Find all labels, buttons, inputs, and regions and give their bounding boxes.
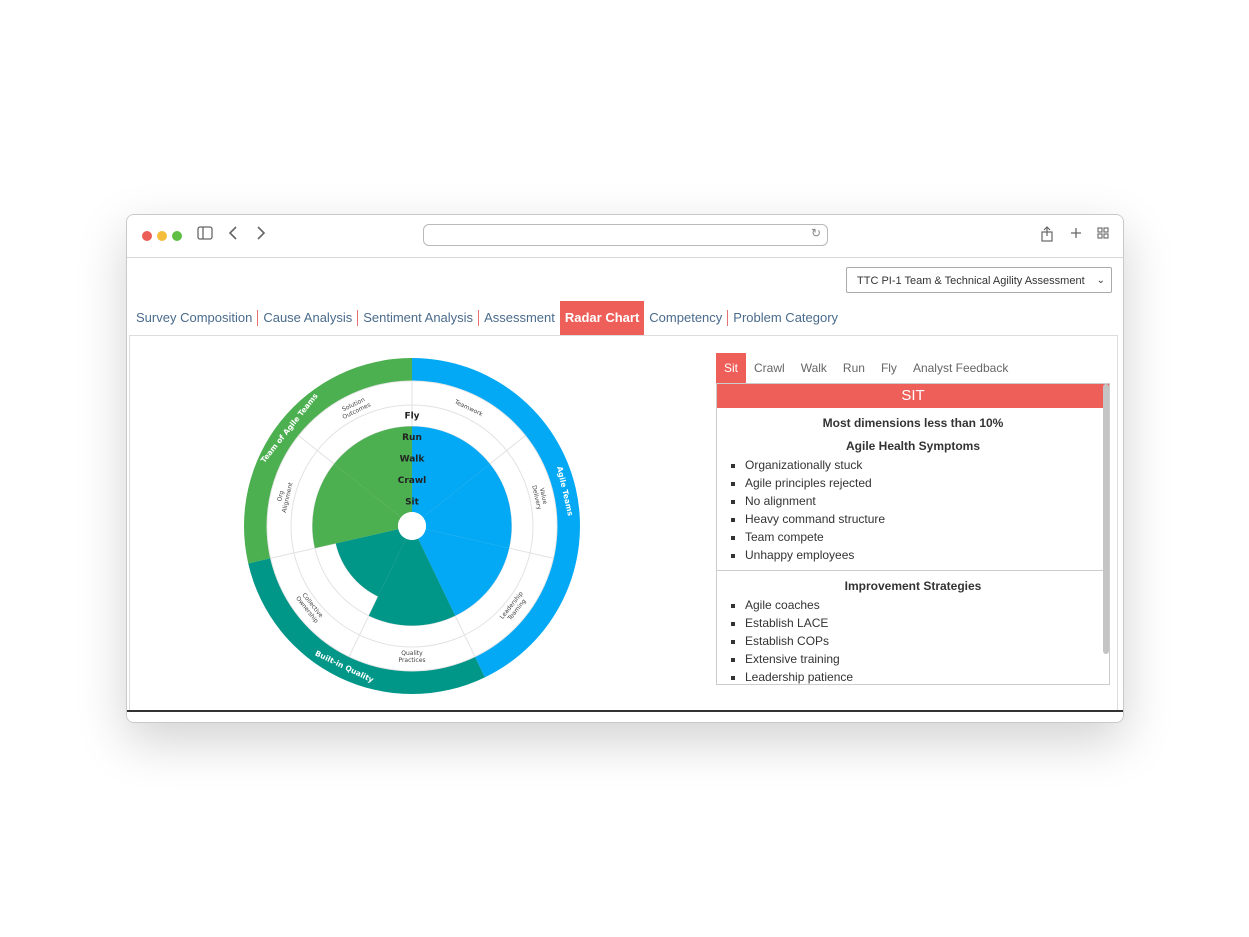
address-bar[interactable]: ↻ — [423, 224, 828, 246]
browser-window: ↻ TTC PI-1 Team & Technical Agility Asse… — [126, 214, 1124, 723]
sidebar-toggle-icon[interactable] — [197, 226, 213, 245]
page-content: TTC PI-1 Team & Technical Agility Assess… — [127, 258, 1123, 722]
ring-label: Sit — [405, 497, 420, 507]
subtab-sit[interactable]: Sit — [716, 353, 747, 383]
tab-sentiment-analysis[interactable]: Sentiment Analysis — [358, 310, 480, 326]
ring-label: Run — [402, 433, 422, 443]
level-sub-tabs: Sit Crawl Walk Run Fly Analyst Feedback — [716, 353, 1016, 383]
list-item: Team compete — [745, 528, 1109, 546]
assessment-select[interactable]: TTC PI-1 Team & Technical Agility Assess… — [846, 267, 1112, 293]
new-tab-icon[interactable] — [1069, 226, 1083, 245]
reload-icon[interactable]: ↻ — [811, 226, 821, 240]
share-icon[interactable] — [1040, 226, 1054, 247]
divider — [717, 570, 1109, 571]
chevron-down-icon: ⌄ — [1096, 275, 1105, 286]
detail-scrollbar[interactable] — [1103, 384, 1109, 654]
list-item: Heavy command structure — [745, 510, 1109, 528]
list-item: Leadership patience — [745, 668, 1109, 684]
tab-radar-chart[interactable]: Radar Chart — [559, 301, 645, 335]
symptoms-title: Agile Health Symptoms — [845, 439, 981, 453]
list-item: No alignment — [745, 492, 1109, 510]
tab-survey-composition[interactable]: Survey Composition — [131, 310, 259, 326]
browser-toolbar: ↻ — [127, 215, 1123, 258]
list-item: Unhappy employees — [745, 546, 1109, 564]
subtab-analyst-feedback[interactable]: Analyst Feedback — [905, 353, 1016, 383]
close-window-button[interactable] — [142, 231, 152, 241]
radar-chart: Agile TeamsBuilt-in QualityTeam of Agile… — [243, 358, 580, 694]
level-detail-panel: SIT Most dimensions less than 10% Agile … — [716, 383, 1110, 685]
ring-label: Fly — [404, 412, 419, 422]
subtab-walk[interactable]: Walk — [793, 353, 835, 383]
list-item: Organizationally stuck — [745, 456, 1109, 474]
list-item: Establish LACE — [745, 614, 1109, 632]
strategies-list: Agile coaches Establish LACE Establish C… — [717, 596, 1109, 684]
subtab-run[interactable]: Run — [835, 353, 873, 383]
center-hole — [398, 512, 426, 540]
tab-competency[interactable]: Competency — [644, 310, 729, 326]
subtab-crawl[interactable]: Crawl — [746, 353, 793, 383]
tab-cause-analysis[interactable]: Cause Analysis — [258, 310, 359, 326]
list-item: Agile principles rejected — [745, 474, 1109, 492]
ring-label: Crawl — [398, 476, 427, 486]
back-icon[interactable] — [228, 226, 238, 245]
tab-overview-icon[interactable] — [1096, 226, 1110, 245]
list-item: Extensive training — [745, 650, 1109, 668]
list-item: Establish COPs — [745, 632, 1109, 650]
minimize-window-button[interactable] — [157, 231, 167, 241]
ring-label: Walk — [400, 455, 426, 465]
level-detail-header: SIT — [717, 384, 1109, 408]
main-nav-tabs: Survey Composition Cause Analysis Sentim… — [131, 301, 843, 335]
page-bottom-border — [127, 710, 1123, 712]
subtab-fly[interactable]: Fly — [873, 353, 905, 383]
zoom-window-button[interactable] — [172, 231, 182, 241]
strategies-title: Improvement Strategies — [844, 579, 982, 593]
tab-assessment[interactable]: Assessment — [479, 310, 560, 326]
dimension-label: Quality Practices — [398, 650, 425, 664]
level-summary: Most dimensions less than 10% — [822, 416, 1004, 430]
forward-icon[interactable] — [256, 226, 266, 245]
assessment-select-value: TTC PI-1 Team & Technical Agility Assess… — [857, 275, 1085, 287]
symptoms-list: Organizationally stuck Agile principles … — [717, 456, 1109, 564]
list-item: Agile coaches — [745, 596, 1109, 614]
tab-problem-category[interactable]: Problem Category — [728, 310, 843, 326]
